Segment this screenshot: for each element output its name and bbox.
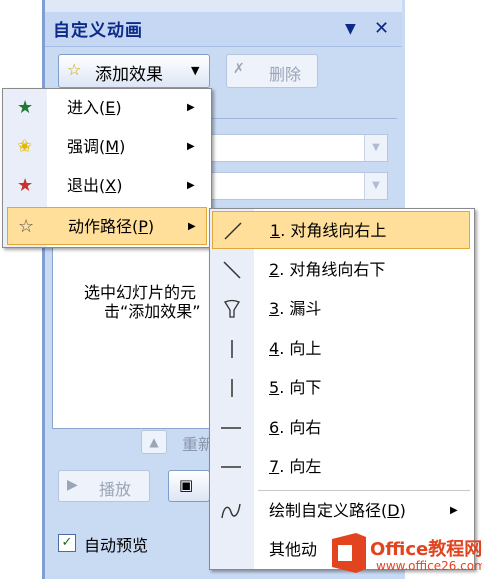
autopreview-checkbox[interactable]: ✓ [58,534,76,552]
line-right-icon [221,427,241,429]
play-button[interactable]: ▶ 播放 [58,470,150,502]
path-item-up[interactable]: 4. 向上 [210,330,474,368]
slideshow-button[interactable]: ▣ [168,470,210,502]
star-icon: ☆ [67,60,82,79]
office-logo-icon [332,533,366,573]
path-item-diagonal-down-right[interactable]: 2. 对角线向右下 [210,251,474,289]
path-item-diagonal-up-right[interactable]: 1. 对角线向右上 [212,211,470,249]
submenu-arrow-icon: ▶ [188,221,196,232]
menu-item-label: 强调(M) [67,137,126,156]
path-item-label: 其他动 [269,540,318,559]
motion-path-submenu: 1. 对角线向右上 2. 对角线向右下 3. 漏斗 4. 向上 5. 向下 6.… [209,208,475,570]
path-item-down[interactable]: 5. 向下 [210,369,474,407]
menu-item-emphasis[interactable]: ✬ 强调(M) ▶ [3,128,211,166]
path-item-label: 3. 漏斗 [269,299,322,318]
play-icon: ▶ [67,477,78,493]
line-left-icon [221,466,241,468]
menu-item-motion-path[interactable]: ☆ 动作路径(P) ▶ [7,207,207,245]
start-dropdown[interactable]: ▼ [210,134,388,162]
exit-star-icon: ★ [17,175,34,196]
path-item-label: 绘制自定义路径(D) [269,501,406,520]
menu-item-exit[interactable]: ★ 退出(X) ▶ [3,167,211,205]
chevron-down-icon: ▼ [364,135,387,161]
path-item-custom[interactable]: 绘制自定义路径(D) ▶ [210,492,474,530]
close-icon[interactable]: ✕ [374,18,389,39]
add-effect-label: 添加效果 [95,65,163,85]
emphasis-star-icon: ✬ [17,136,33,157]
path-item-label: 6. 向右 [269,418,322,437]
move-up-button[interactable]: ▲ [141,430,167,454]
chevron-down-icon: ▼ [364,173,387,199]
path-item-label: 7. 向左 [269,457,322,476]
divider [258,490,470,491]
path-item-label: 5. 向下 [269,378,322,397]
diagonal-down-right-icon [223,261,241,279]
delete-icon: ✗ [233,61,245,77]
direction-dropdown[interactable]: ▼ [210,172,388,200]
slideshow-icon: ▣ [179,476,194,494]
path-item-label: 4. 向上 [269,339,322,358]
menu-item-label: 退出(X) [67,176,123,195]
menu-item-entrance[interactable]: ★ 进入(E) ▶ [3,89,211,127]
autopreview-label: 自动预览 [84,536,149,555]
motion-path-star-icon: ☆ [18,216,35,237]
funnel-icon [224,299,240,318]
chevron-down-icon: ▼ [191,64,200,77]
entrance-star-icon: ★ [17,97,34,118]
submenu-arrow-icon: ▶ [187,102,195,113]
pane-dropdown-icon[interactable]: ▼ [345,21,356,37]
play-label: 播放 [99,480,132,499]
submenu-arrow-icon: ▶ [187,141,195,152]
submenu-arrow-icon: ▶ [450,505,458,516]
path-item-label: 2. 对角线向右下 [269,260,386,279]
delete-button[interactable]: ✗ 删除 [226,54,318,88]
path-item-right[interactable]: 6. 向右 [210,409,474,447]
path-item-label: 1. 对角线向右上 [270,221,387,240]
line-up-icon [231,340,233,358]
watermark-title: Office教程网 [370,539,482,560]
add-effect-button[interactable]: ☆ 添加效果 ▼ [58,54,210,88]
watermark-logo: Office教程网 www.office26.com [322,527,482,579]
line-down-icon [231,379,233,397]
pane-title: 自定义动画 [53,21,143,41]
path-item-left[interactable]: 7. 向左 [210,448,474,486]
instruction-text-2: 击“添加效果” [104,302,201,321]
menu-item-label: 动作路径(P) [68,217,155,236]
arrow-up-icon: ▲ [149,435,159,449]
add-effect-menu: ★ 进入(E) ▶ ✬ 强调(M) ▶ ★ 退出(X) ▶ ☆ 动作路径(P) … [2,88,212,248]
diagonal-up-right-icon [224,222,242,240]
path-item-funnel[interactable]: 3. 漏斗 [210,290,474,328]
custom-path-icon [221,503,241,519]
pane-top-strip [45,0,402,12]
submenu-arrow-icon: ▶ [187,180,195,191]
watermark-url: www.office26.com [376,559,482,573]
delete-label: 删除 [269,65,302,84]
divider [210,118,397,119]
menu-item-label: 进入(E) [67,98,122,117]
